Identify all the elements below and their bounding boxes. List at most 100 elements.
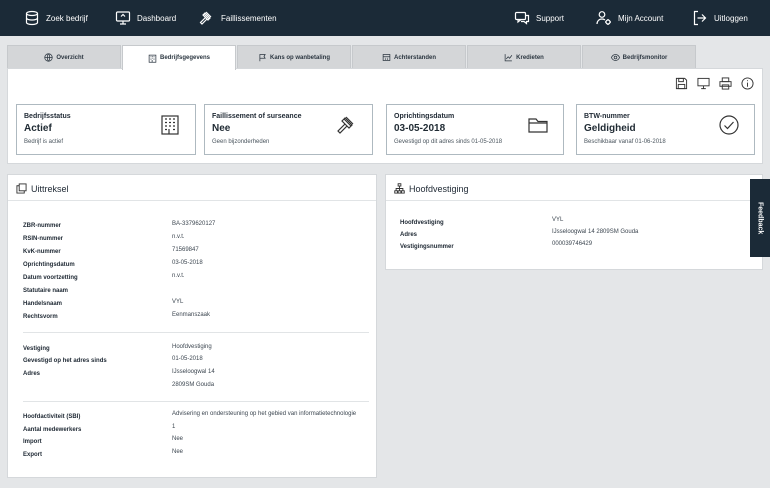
tab-kans-op-wanbetaling[interactable]: Kans op wanbetaling	[237, 45, 351, 69]
row-key: Hoofdactiviteit (SBI)	[23, 414, 81, 420]
row-value: 01-05-2018	[172, 356, 203, 362]
save-button[interactable]	[675, 77, 688, 90]
row-key: Datum voortzetting	[23, 275, 78, 281]
tab-bedrijfsmonitor[interactable]: Bedrijfsmonitor	[582, 45, 696, 69]
card-title: Bedrijfsstatus	[24, 113, 71, 120]
feedback-label: Feedback	[756, 201, 764, 235]
row-key: Vestiging	[23, 346, 50, 352]
nav-search-label: Zoek bedrijf	[46, 13, 88, 23]
toolbar	[675, 77, 754, 90]
check-circle-icon	[718, 114, 740, 136]
row-value: IJsseloogwal 14	[172, 369, 215, 375]
tab-achterstanden[interactable]: Achterstanden	[352, 45, 466, 69]
sitemap-icon	[394, 183, 405, 194]
nav-support-label: Support	[536, 13, 565, 23]
row-key: RSIN-nummer	[23, 236, 64, 242]
row-value: 1	[172, 424, 176, 430]
uittreksel-header: Uittreksel	[16, 183, 69, 194]
divider	[8, 200, 376, 201]
row-key: Aantal medewerkers	[23, 427, 82, 433]
card-value: Geldigheid	[584, 123, 636, 134]
tab-overzicht-label: Overzicht	[56, 54, 84, 61]
nav-faillissementen-label: Faillissementen	[221, 13, 277, 23]
row-key: Adres	[400, 232, 418, 238]
card-btw-nummer: BTW-nummer Geldigheid Beschikbaar vanaf …	[576, 104, 755, 155]
card-title: BTW-nummer	[584, 113, 630, 120]
nav-my-account[interactable]: Mijn Account	[596, 0, 663, 36]
logout-icon	[693, 10, 707, 26]
row-key: KvK-nummer	[23, 249, 61, 255]
desktop-button[interactable]	[697, 77, 710, 90]
row-value: Nee	[172, 436, 184, 442]
nav-logout[interactable]: Uitloggen	[692, 0, 748, 36]
nav-support[interactable]: Support	[514, 0, 564, 36]
monitor-icon	[697, 77, 710, 90]
row-value: n.v.t.	[172, 273, 185, 279]
tab-kredieten[interactable]: Kredieten	[467, 45, 581, 69]
row-value: 2809SM Gouda	[172, 382, 215, 388]
tab-achterstanden-label: Achterstanden	[393, 54, 436, 61]
card-subtitle: Beschikbaar vanaf 01-06-2018	[584, 139, 666, 145]
row-value: Hoofdvestiging	[172, 344, 212, 350]
tab-bedrijfsgegevens-label: Bedrijfsgegevens	[159, 55, 211, 61]
row-value: 03-05-2018	[172, 260, 203, 266]
chart-icon	[504, 54, 513, 62]
row-key: Rechtsvorm	[23, 314, 58, 320]
print-button[interactable]	[719, 77, 732, 90]
building-icon	[148, 54, 157, 63]
row-key: ZBR-nummer	[23, 223, 62, 229]
folder-icon	[527, 114, 549, 136]
card-title: Faillissement of surseance	[212, 113, 302, 120]
row-key: Adres	[23, 371, 41, 377]
row-value: VYL	[552, 217, 564, 223]
globe-icon	[44, 53, 53, 62]
hoofdvestiging-header: Hoofdvestiging	[394, 183, 469, 194]
row-key: Hoofdvestiging	[400, 220, 444, 226]
uittreksel-section: Uittreksel ZBR-nummer BA-3379620127 RSIN-…	[7, 174, 377, 478]
printer-icon	[719, 77, 732, 90]
info-button[interactable]	[741, 77, 754, 90]
divider	[23, 401, 369, 402]
row-key: Export	[23, 452, 43, 458]
user-gear-icon	[596, 11, 611, 25]
monitor-icon	[115, 11, 131, 25]
row-value: VYL	[172, 299, 184, 305]
row-value: Eenmanszaak	[172, 312, 211, 318]
row-key: Oprichtingsdatum	[23, 262, 75, 268]
tab-bedrijfsgegevens[interactable]: Bedrijfsgegevens	[122, 45, 236, 70]
feedback-tab[interactable]: Feedback	[750, 179, 770, 257]
eye-icon	[610, 54, 620, 61]
card-subtitle: Geen bijzonderheden	[212, 139, 270, 145]
chat-icon	[514, 11, 530, 25]
row-key: Statutaire naam	[23, 288, 69, 294]
row-value: Nee	[172, 449, 184, 455]
tab-kans-label: Kans op wanbetaling	[269, 54, 330, 61]
row-key: Import	[23, 439, 42, 445]
gavel-icon	[199, 11, 212, 25]
row-value: IJsseloogwal 14 2809SM Gouda	[552, 229, 639, 235]
card-value: Nee	[212, 123, 231, 134]
gavel-icon	[336, 114, 358, 136]
divider	[23, 332, 369, 333]
card-subtitle: Bedrijf is actief	[24, 139, 64, 145]
nav-dashboard[interactable]: Dashboard	[115, 0, 176, 36]
nav-faillissementen[interactable]: Faillissementen	[199, 0, 277, 36]
card-title: Oprichtingsdatum	[394, 113, 455, 120]
hoofdvestiging-title: Hoofdvestiging	[409, 183, 469, 194]
row-key: Handelsnaam	[23, 301, 63, 307]
nav-logout-label: Uitloggen	[714, 13, 748, 23]
tab-overzicht[interactable]: Overzicht	[7, 45, 121, 69]
tab-bedrijfsmonitor-label: Bedrijfsmonitor	[622, 54, 668, 61]
uittreksel-title: Uittreksel	[31, 183, 69, 194]
top-navigation-bar: Zoek bedrijf Dashboard Faillissementen S…	[0, 0, 770, 36]
card-faillissement: Faillissement of surseance Nee Geen bijz…	[204, 104, 373, 155]
save-icon	[675, 77, 688, 90]
card-bedrijfsstatus: Bedrijfsstatus Actief Bedrijf is actief	[16, 104, 196, 155]
card-value: 03-05-2018	[394, 123, 446, 134]
flag-icon	[259, 54, 266, 62]
row-value: 000039746429	[552, 241, 593, 247]
nav-search-company[interactable]: Zoek bedrijf	[24, 0, 88, 36]
info-icon	[741, 77, 754, 90]
row-value: n.v.t.	[172, 234, 185, 240]
row-value: Advisering en ondersteuning op het gebie…	[172, 411, 357, 417]
